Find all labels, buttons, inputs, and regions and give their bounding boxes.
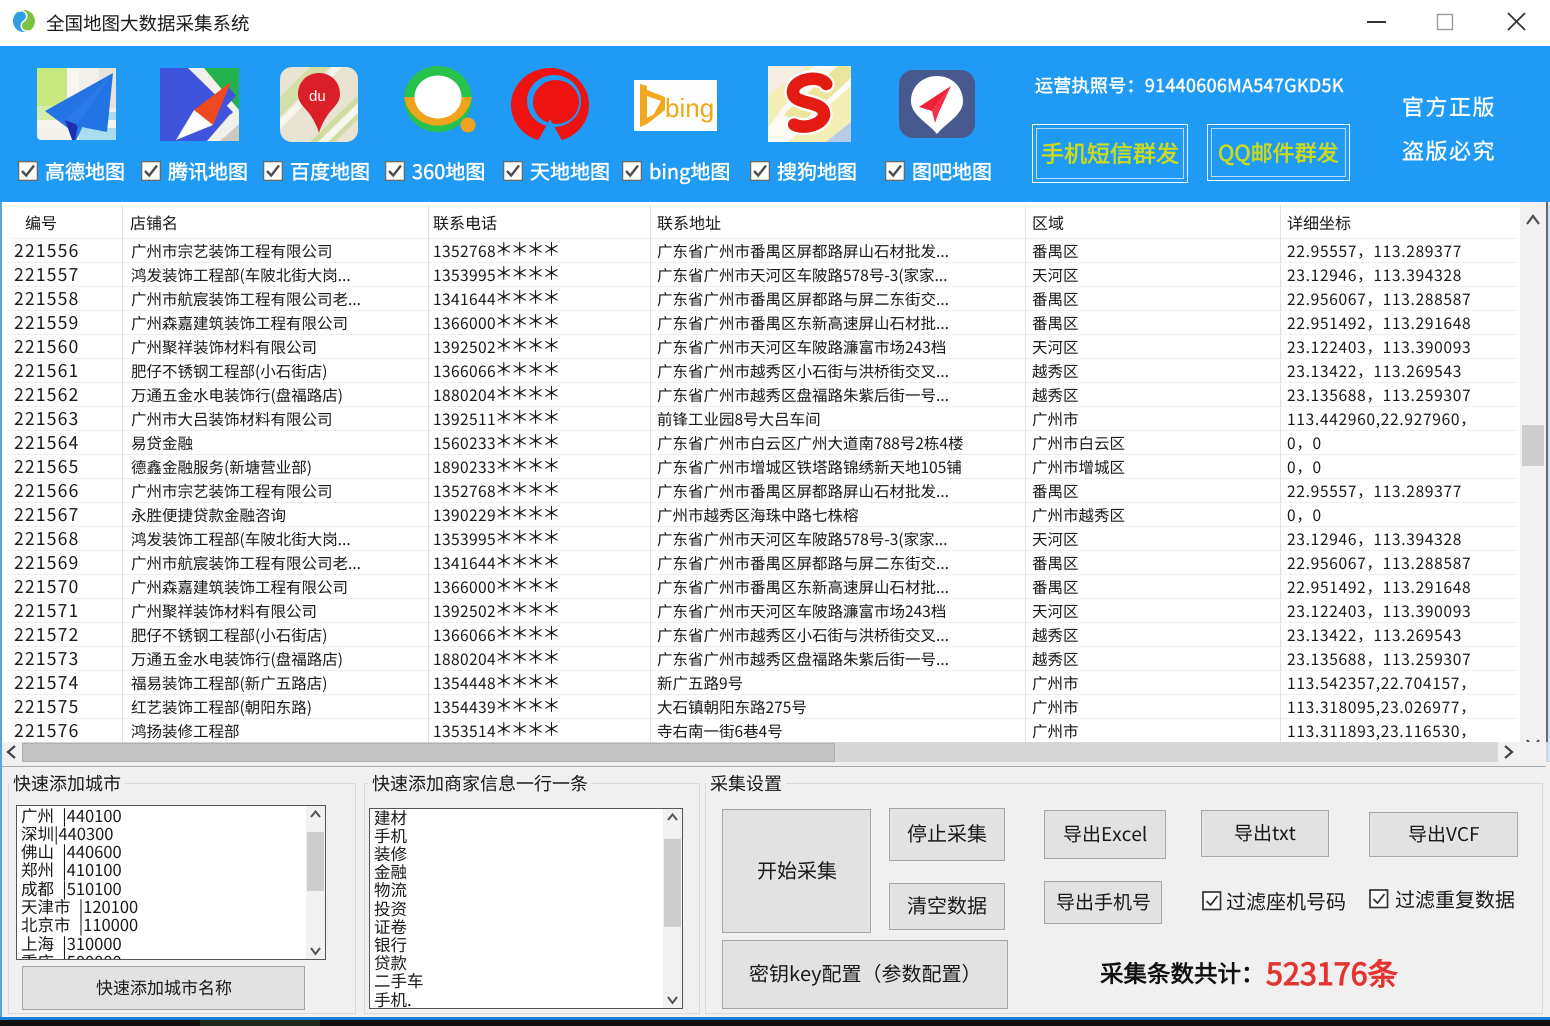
svg-text:bing: bing (665, 93, 714, 123)
svg-text:du: du (309, 88, 326, 105)
